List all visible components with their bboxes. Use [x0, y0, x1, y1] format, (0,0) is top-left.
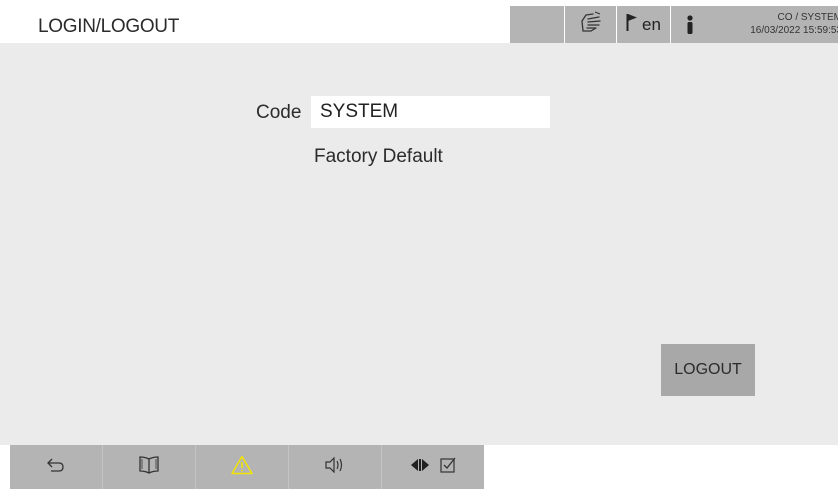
user-role-text: Factory Default [314, 146, 443, 167]
manual-button[interactable] [103, 445, 196, 489]
warning-icon [231, 455, 253, 480]
alarms-button[interactable] [196, 445, 289, 489]
main-content: Code SYSTEM Factory Default LOGOUT [0, 43, 838, 445]
current-user: CO / SYSTEM [777, 12, 838, 23]
back-button[interactable] [10, 445, 103, 489]
header-bar: LOGIN/LOGOUT en CO / SYSTEM 16/03/2022 1… [0, 6, 838, 43]
flag-icon [626, 13, 638, 36]
language-button[interactable]: en [616, 6, 670, 43]
book-icon [138, 455, 160, 479]
page-title: LOGIN/LOGOUT [38, 16, 180, 37]
language-code: en [642, 14, 661, 34]
back-arrow-icon [47, 458, 65, 477]
code-input[interactable]: SYSTEM [311, 96, 550, 128]
speaker-icon [325, 456, 345, 478]
login-logout-screen: LOGIN/LOGOUT en CO / SYSTEM 16/03/2022 1… [0, 0, 838, 495]
checkbox-icon [440, 457, 456, 478]
footer-toolbar [0, 445, 838, 495]
gesture-hand-icon [579, 11, 603, 38]
code-label: Code [256, 102, 302, 123]
user-info-icon [686, 15, 694, 40]
header-blank-slot [509, 6, 564, 43]
sound-button[interactable] [289, 445, 382, 489]
logout-button[interactable]: LOGOUT [661, 344, 755, 396]
current-datetime: 16/03/2022 15:59:53 [750, 25, 838, 36]
code-input-value: SYSTEM [320, 101, 399, 122]
user-info-panel[interactable]: CO / SYSTEM 16/03/2022 15:59:53 [670, 6, 838, 43]
gesture-button[interactable] [564, 6, 616, 43]
footer-button-bar [10, 445, 484, 489]
play-pause-icon [410, 458, 430, 477]
run-check-button[interactable] [382, 445, 484, 489]
